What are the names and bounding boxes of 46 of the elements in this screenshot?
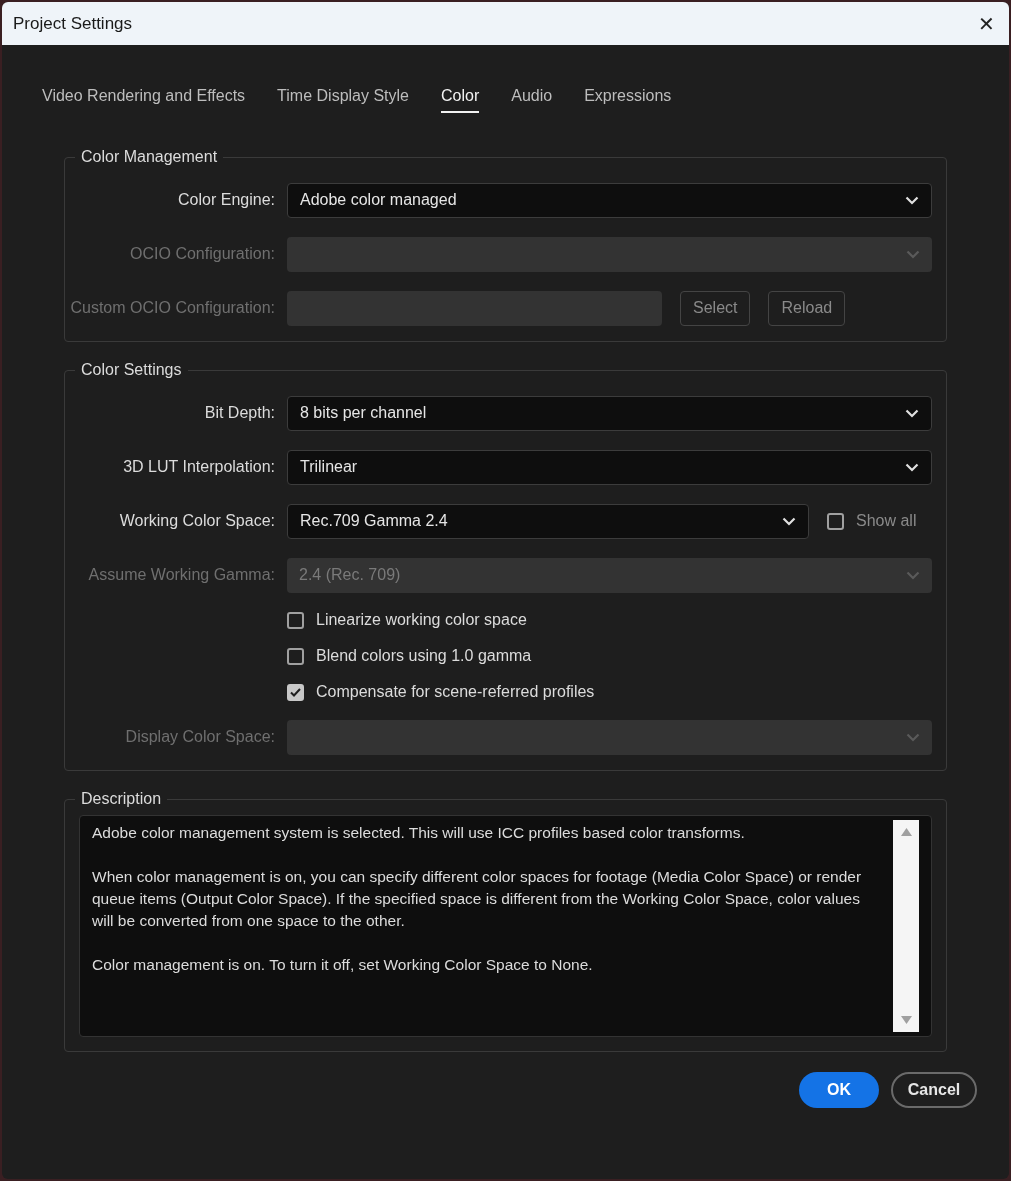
- field-label: Assume Working Gamma:: [88, 566, 275, 583]
- group-title: Description: [81, 790, 162, 807]
- tab[interactable]: Video Rendering and Effects: [42, 81, 246, 113]
- field-label: OCIO Configuration:: [130, 245, 275, 262]
- field-label: Bit Depth:: [204, 404, 275, 421]
- checkbox-label: Linearize working color space: [316, 610, 527, 630]
- arrow-down-icon[interactable]: [900, 1016, 912, 1024]
- field-label: Custom OCIO Configuration:: [70, 299, 275, 316]
- field-label: Working Color Space:: [119, 512, 275, 529]
- tab[interactable]: Expressions: [584, 81, 672, 113]
- chevron-down-icon: [906, 570, 920, 580]
- window-title: Project Settings: [13, 12, 133, 35]
- field-label: Color Engine:: [178, 191, 275, 208]
- group-title: Color Settings: [81, 361, 182, 378]
- dropdown[interactable]: Adobe color managed: [287, 182, 932, 218]
- tab[interactable]: Audio: [511, 81, 553, 113]
- checkbox[interactable]: [287, 647, 304, 665]
- group-title: Color Management: [81, 148, 218, 165]
- dropdown[interactable]: Rec.709 Gamma 2.4: [287, 503, 809, 539]
- chevron-down-icon: [905, 408, 919, 418]
- ok-button[interactable]: OK: [799, 1072, 879, 1108]
- checkbox-label: Blend colors using 1.0 gamma: [316, 646, 532, 666]
- arrow-up-icon[interactable]: [900, 828, 912, 836]
- tab[interactable]: Time Display Style: [277, 81, 409, 113]
- scrollbar[interactable]: [893, 820, 919, 1032]
- tab[interactable]: Color: [441, 81, 480, 113]
- checkbox[interactable]: [287, 683, 304, 701]
- cancel-button[interactable]: Cancel: [891, 1072, 977, 1108]
- chevron-down-icon: [905, 195, 919, 205]
- chevron-down-icon: [906, 249, 920, 259]
- checkbox[interactable]: [287, 611, 304, 629]
- chevron-down-icon: [906, 732, 920, 742]
- close-button[interactable]: ✕: [963, 2, 1009, 45]
- dropdown[interactable]: 8 bits per channel: [287, 395, 932, 431]
- checkbox-label: Compensate for scene-referred profiles: [316, 682, 595, 702]
- chevron-down-icon: [905, 462, 919, 472]
- field-label: 3D LUT Interpolation:: [123, 458, 275, 475]
- chevron-down-icon: [782, 516, 796, 526]
- checkbox[interactable]: [827, 512, 844, 530]
- description-text: When color management is on, you can specify different color spaces for footage (Media Color Space) or render queue items (Output Color Space). If the specified space is different from the Working Color Space, color values will be converted from one space to the other.: [92, 867, 863, 931]
- checkmark-icon: [290, 687, 301, 697]
- checkbox-label: Show all: [856, 511, 917, 531]
- field-label: Display Color Space:: [125, 728, 275, 745]
- description-text: Adobe color management system is selected. This will use ICC profiles based color transforms.: [92, 823, 746, 843]
- dropdown[interactable]: Trilinear: [287, 449, 932, 485]
- description-text: Color management is on. To turn it off, set Working Color Space to None.: [92, 955, 594, 975]
